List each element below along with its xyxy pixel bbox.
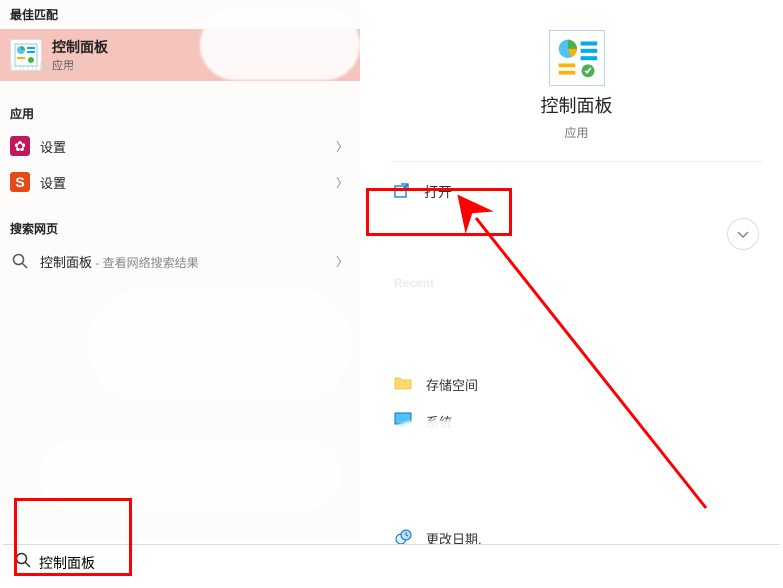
control-panel-icon xyxy=(10,39,42,71)
app-item-settings-1[interactable]: ✿ 设置 〉 xyxy=(0,128,360,164)
detail-header: 控制面板 应用 xyxy=(370,30,783,141)
apps-header: 应用 xyxy=(0,99,360,128)
web-query: 控制面板 xyxy=(40,255,92,270)
recent-label: 存储空间 xyxy=(426,375,478,394)
expand-button[interactable] xyxy=(727,218,759,250)
separator xyxy=(391,161,763,162)
open-label: 打开 xyxy=(424,182,452,202)
open-icon xyxy=(394,183,410,202)
search-icon xyxy=(10,251,30,271)
web-hint: - 查看网络搜索结果 xyxy=(92,256,199,270)
web-header: 搜索网页 xyxy=(0,214,360,243)
best-match-subtitle: 应用 xyxy=(52,57,108,73)
search-input[interactable] xyxy=(39,555,768,571)
control-panel-icon-large xyxy=(549,30,605,86)
chevron-right-icon: 〉 xyxy=(336,174,348,191)
web-search-label: 控制面板 - 查看网络搜索结果 xyxy=(40,252,199,271)
gear-icon: ✿ xyxy=(10,136,30,156)
web-search-item[interactable]: 控制面板 - 查看网络搜索结果 〉 xyxy=(0,243,360,279)
search-bar[interactable] xyxy=(3,544,780,580)
search-icon xyxy=(15,552,31,573)
sogou-icon: S xyxy=(10,172,30,192)
app-label: 设置 xyxy=(40,137,66,156)
chevron-right-icon: 〉 xyxy=(336,138,348,155)
search-results-panel: 最佳匹配 控制面板 应用 haodll.com 应用 ✿ 设置 〉 S 设置 〉… xyxy=(0,0,360,540)
app-item-settings-2[interactable]: S 设置 〉 xyxy=(0,164,360,200)
detail-panel: 控制面板 应用 打开 Recent 存储空间 系统 更改日期, xyxy=(370,0,783,540)
detail-title: 控制面板 xyxy=(541,92,613,118)
app-label: 设置 xyxy=(40,173,66,192)
recent-item-storage[interactable]: 存储空间 xyxy=(370,366,783,403)
open-action[interactable]: 打开 xyxy=(370,172,783,212)
folder-icon xyxy=(394,374,412,395)
detail-subtitle: 应用 xyxy=(564,124,588,141)
best-match-text: 控制面板 应用 xyxy=(52,37,108,73)
best-match-title: 控制面板 xyxy=(52,37,108,57)
chevron-right-icon: 〉 xyxy=(336,253,348,270)
